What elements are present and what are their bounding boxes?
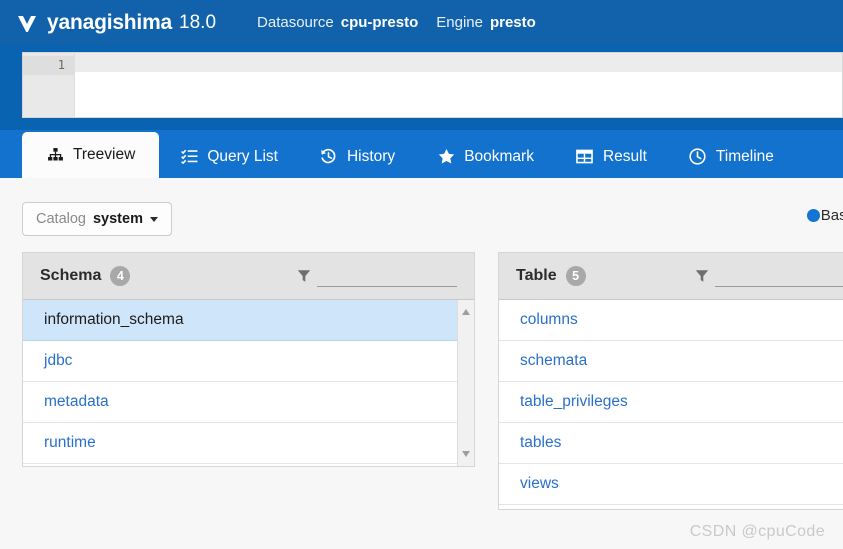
editor-code-text[interactable]: [75, 53, 842, 72]
editor-band: 1: [0, 45, 843, 130]
sitemap-icon: [46, 146, 64, 164]
funnel-icon[interactable]: [297, 269, 311, 283]
editor-code-area[interactable]: [75, 53, 842, 117]
app-header: yanagishima 18.0 Datasource cpu-presto E…: [0, 0, 843, 45]
tab-treeview[interactable]: Treeview: [22, 132, 160, 178]
treeview-toolbar: Catalog system Base: [22, 178, 843, 252]
chevron-down-icon: [149, 216, 158, 222]
schema-panel-header: Schema 4: [23, 253, 474, 300]
clock-icon: [689, 148, 707, 166]
schema-panel-body: information_schema jdbc metadata runtime: [23, 300, 474, 466]
tab-label-bookmark: Bookmark: [464, 147, 534, 165]
table-panel-body: columns schemata table_privileges tables…: [499, 300, 843, 509]
brand-version: 18.0: [179, 11, 217, 33]
table-list: columns schemata table_privileges tables…: [499, 300, 843, 505]
base-radio-option[interactable]: Base: [806, 207, 843, 224]
main-tabbar: Treeview Query List History Bookmark Res…: [0, 130, 843, 178]
catalog-dropdown[interactable]: Catalog system: [22, 202, 172, 236]
catalog-value: system: [92, 211, 143, 227]
table-icon: [576, 148, 594, 166]
schema-count-badge: 4: [110, 266, 131, 286]
treeview-content: Catalog system Base Schema 4: [0, 178, 843, 539]
table-panel-header: Table 5: [499, 253, 843, 300]
star-icon: [437, 148, 455, 166]
list-item[interactable]: information_schema: [23, 300, 474, 341]
funnel-icon[interactable]: [695, 269, 709, 283]
editor-line-number: 1: [23, 56, 74, 75]
schema-filter-group: [297, 265, 457, 287]
datasource-label: Datasource: [257, 14, 334, 31]
schema-panel: Schema 4 information_schema jdbc metadat…: [22, 252, 475, 467]
table-count-badge: 5: [565, 266, 586, 286]
treeview-panels: Schema 4 information_schema jdbc metadat…: [22, 252, 843, 510]
table-filter-input[interactable]: [715, 265, 843, 287]
datasource-value[interactable]: cpu-presto: [341, 14, 419, 31]
tab-bookmark[interactable]: Bookmark: [416, 135, 555, 178]
editor-gutter: 1: [23, 53, 75, 117]
list-item[interactable]: schemata: [499, 341, 843, 382]
tab-history[interactable]: History: [299, 135, 416, 178]
list-check-icon: [180, 148, 198, 166]
catalog-label: Catalog: [36, 211, 86, 227]
table-panel: Table 5 columns schemata table_privilege…: [498, 252, 843, 510]
yanagishima-logo-icon: [14, 10, 40, 36]
tab-label-result: Result: [602, 147, 647, 165]
list-item[interactable]: jdbc: [23, 341, 474, 382]
schema-filter-input[interactable]: [317, 265, 457, 287]
schema-panel-title: Schema: [40, 267, 102, 284]
table-filter-group: [695, 265, 843, 287]
engine-label: Engine: [436, 14, 483, 31]
tab-query-list[interactable]: Query List: [159, 135, 299, 178]
table-panel-title: Table: [516, 267, 557, 284]
scroll-down-arrow-icon[interactable]: [462, 451, 470, 457]
schema-list-scrollbar[interactable]: [457, 300, 474, 466]
scroll-up-arrow-icon[interactable]: [462, 309, 470, 315]
history-icon: [320, 148, 338, 166]
list-item[interactable]: views: [499, 464, 843, 505]
list-item[interactable]: metadata: [23, 382, 474, 423]
tab-label-timeline: Timeline: [715, 147, 774, 165]
engine-value[interactable]: presto: [490, 14, 536, 31]
editor-active-line: [75, 53, 842, 72]
list-item[interactable]: columns: [499, 300, 843, 341]
base-radio-label: Base: [820, 207, 843, 224]
list-item[interactable]: table_privileges: [499, 382, 843, 423]
tab-label-history: History: [346, 147, 396, 165]
schema-list: information_schema jdbc metadata runtime: [23, 300, 474, 464]
tab-timeline[interactable]: Timeline: [668, 135, 795, 178]
radio-selected-icon[interactable]: [806, 209, 820, 222]
tab-result[interactable]: Result: [555, 135, 668, 178]
header-meta: Datasource cpu-presto Engine presto: [257, 14, 536, 31]
query-editor[interactable]: 1: [22, 52, 843, 118]
tab-label-treeview: Treeview: [73, 146, 136, 163]
tab-label-query-list: Query List: [207, 147, 278, 165]
list-item[interactable]: runtime: [23, 423, 474, 464]
list-item[interactable]: tables: [499, 423, 843, 464]
brand-name: yanagishima: [47, 10, 173, 34]
